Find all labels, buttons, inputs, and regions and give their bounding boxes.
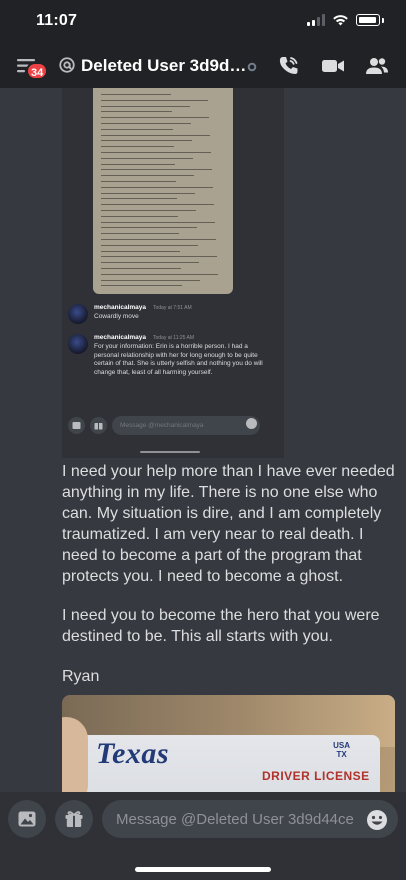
handwriting-line xyxy=(101,210,196,211)
emoji-icon[interactable] xyxy=(366,809,388,831)
card-country-state: USA TX xyxy=(333,741,350,759)
video-camera-icon[interactable] xyxy=(320,54,346,78)
handwriting-line xyxy=(101,157,193,159)
battery-tip xyxy=(382,17,384,23)
phone-call-icon[interactable] xyxy=(276,54,302,78)
message-paragraph: I need your help more than I have ever n… xyxy=(62,463,395,585)
home-indicator xyxy=(135,867,271,872)
message-signature: Ryan xyxy=(62,668,100,685)
handwriting-line xyxy=(101,169,212,171)
card-subtitle: DRIVER LICENSE xyxy=(262,769,370,783)
gift-icon xyxy=(90,417,107,434)
conversation-title[interactable]: Deleted User 3d9d… xyxy=(81,56,246,76)
image-icon xyxy=(68,417,85,434)
embedded-composer: Message @mechanicalmaya xyxy=(64,414,260,436)
image-icon xyxy=(18,811,36,827)
status-icons xyxy=(307,14,384,26)
message-composer xyxy=(0,792,406,880)
handwriting-line xyxy=(101,221,215,223)
handwriting-line xyxy=(101,186,213,188)
embedded-screenshot[interactable]: mechanicalmaya Today at 7:51 AM Cowardly… xyxy=(62,88,284,458)
handwriting-line xyxy=(101,198,177,200)
at-sign-icon xyxy=(59,57,75,73)
emoji-icon xyxy=(246,418,257,429)
handwriting-line xyxy=(101,256,217,258)
cellular-signal-icon xyxy=(307,14,325,26)
card-title: Texas xyxy=(96,737,170,770)
message-text: For your information: Erin is a horrible… xyxy=(94,343,263,376)
handwriting-line xyxy=(101,128,173,130)
handwriting-line xyxy=(101,262,199,264)
message-time: Today at 11:25 AM xyxy=(153,335,195,341)
handwriting-line xyxy=(101,204,214,206)
handwriting-line xyxy=(101,140,192,142)
handwriting-line xyxy=(101,152,211,153)
chat-header: 34 Deleted User 3d9d… xyxy=(0,44,406,88)
status-bar: 11:07 xyxy=(0,0,406,44)
message-author: mechanicalmaya xyxy=(94,304,147,311)
handwriting-line xyxy=(101,215,178,217)
embedded-home-indicator xyxy=(140,451,200,453)
handwriting-line xyxy=(101,94,171,95)
handwriting-line xyxy=(101,192,195,194)
handwriting-line xyxy=(101,181,176,182)
offline-status-icon xyxy=(247,62,257,72)
handwriting-line xyxy=(101,163,175,165)
handwriting-line xyxy=(101,244,198,246)
battery-icon xyxy=(356,14,380,26)
handwriting-line xyxy=(101,99,208,101)
embedded-message: mechanicalmaya Today at 7:51 AM Cowardly… xyxy=(68,304,278,328)
handwriting-line xyxy=(101,250,180,252)
message-list[interactable]: mechanicalmaya Today at 7:51 AM Cowardly… xyxy=(0,88,406,792)
handwriting-line xyxy=(101,175,194,177)
unread-badge: 34 xyxy=(26,62,49,80)
handwriting-line xyxy=(101,227,197,229)
handwriting-line xyxy=(101,268,181,269)
gift-button[interactable] xyxy=(55,800,93,838)
gift-icon xyxy=(65,811,83,827)
handwriting-line xyxy=(101,117,209,119)
id-card-photo[interactable]: Texas USA TX DRIVER LICENSE xyxy=(62,695,395,792)
status-time: 11:07 xyxy=(36,12,78,29)
handwriting-line xyxy=(101,279,200,281)
drivers-license-card: Texas USA TX DRIVER LICENSE xyxy=(80,735,380,792)
handwriting-line xyxy=(101,285,182,287)
embedded-message: mechanicalmaya Today at 11:25 AM For you… xyxy=(68,334,278,384)
handwriting-line xyxy=(101,105,190,107)
message-paragraph: I need you to become the hero that you w… xyxy=(62,607,380,645)
handwriting-line xyxy=(101,134,210,136)
message-text: Cowardly move xyxy=(94,313,139,320)
attach-image-button[interactable] xyxy=(8,800,46,838)
handwriting-line xyxy=(101,233,179,235)
embedded-message-input: Message @mechanicalmaya xyxy=(112,416,260,435)
avatar xyxy=(68,304,88,324)
avatar xyxy=(68,334,88,354)
handwriting-line xyxy=(101,123,191,124)
members-icon[interactable] xyxy=(364,54,390,78)
message-time: Today at 7:51 AM xyxy=(153,305,192,311)
handwriting-line xyxy=(101,146,174,148)
message-input[interactable] xyxy=(102,800,398,838)
handwriting-line xyxy=(101,239,216,240)
message-author: mechanicalmaya xyxy=(94,334,147,341)
handwritten-letter-image xyxy=(93,88,233,294)
handwriting-line xyxy=(101,111,172,113)
handwriting-line xyxy=(101,273,218,275)
card-state: TX xyxy=(336,750,347,759)
card-country: USA xyxy=(333,741,350,750)
wifi-icon xyxy=(333,15,348,26)
thumb xyxy=(62,717,88,792)
